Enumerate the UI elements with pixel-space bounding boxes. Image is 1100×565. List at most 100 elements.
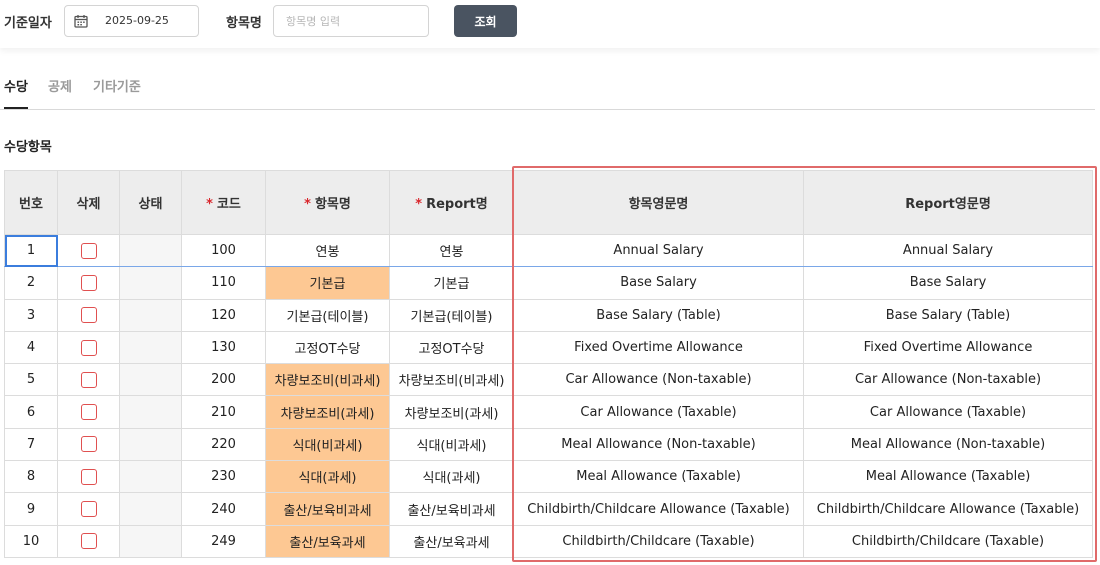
cell-report-name[interactable]: 식대(비과세)	[389, 427, 514, 462]
cell-item-name[interactable]: 식대(과세)	[265, 460, 390, 494]
cell-delete[interactable]	[57, 233, 120, 268]
cell-report-name[interactable]: 식대(과세)	[389, 460, 514, 494]
cell-item-english-name[interactable]: Childbirth/Childcare Allowance (Taxable)	[513, 492, 804, 526]
cell-item-name[interactable]: 출산/보육과세	[265, 524, 390, 558]
cell-item-name[interactable]: 차량보조비(과세)	[265, 395, 390, 429]
cell-delete[interactable]	[57, 330, 120, 365]
table-row[interactable]: 2 110 기본급 기본급 Base Salary Base Salary	[4, 266, 1093, 300]
cell-report-name[interactable]: 차량보조비(과세)	[389, 395, 514, 429]
cell-delete[interactable]	[57, 298, 120, 332]
cell-report-english-name[interactable]: Fixed Overtime Allowance	[803, 330, 1093, 365]
header-status[interactable]: 상태	[119, 170, 182, 235]
cell-item-name[interactable]: 출산/보육비과세	[265, 492, 390, 526]
header-no[interactable]: 번호	[4, 170, 58, 235]
cell-report-name[interactable]: 기본급	[389, 266, 514, 300]
cell-no[interactable]: 4	[4, 330, 58, 365]
delete-checkbox[interactable]	[80, 242, 97, 259]
header-item-name[interactable]: * 항목명	[265, 170, 390, 235]
cell-status[interactable]	[119, 266, 182, 300]
cell-report-english-name[interactable]: Base Salary (Table)	[803, 298, 1093, 332]
delete-checkbox[interactable]	[80, 371, 97, 388]
cell-status[interactable]	[119, 233, 182, 268]
cell-report-english-name[interactable]: Car Allowance (Taxable)	[803, 395, 1093, 429]
delete-checkbox[interactable]	[80, 533, 97, 550]
cell-code[interactable]: 100	[181, 233, 266, 268]
header-code[interactable]: * 코드	[181, 170, 266, 235]
cell-code[interactable]: 110	[181, 266, 266, 300]
table-row[interactable]: 3 120 기본급(테이블) 기본급(테이블) Base Salary (Table) B…	[4, 298, 1093, 332]
table-row[interactable]: 8 230 식대(과세) 식대(과세) Meal Allowance (Taxable)…	[4, 460, 1093, 494]
cell-status[interactable]	[119, 363, 182, 397]
table-row[interactable]: 10 249 출산/보육과세 출산/보육과세 Childbirth/Childcare …	[4, 524, 1093, 558]
cell-code[interactable]: 130	[181, 330, 266, 365]
cell-report-name[interactable]: 출산/보육비과세	[389, 492, 514, 526]
cell-code[interactable]: 200	[181, 363, 266, 397]
table-row[interactable]: 7 220 식대(비과세) 식대(비과세) Meal Allowance (Non-ta…	[4, 427, 1093, 462]
cell-no[interactable]: 7	[4, 427, 58, 462]
cell-item-name[interactable]: 기본급	[265, 266, 390, 300]
cell-item-english-name[interactable]: Meal Allowance (Non-taxable)	[513, 427, 804, 462]
cell-code[interactable]: 210	[181, 395, 266, 429]
header-report-english-name[interactable]: Report영문명	[803, 170, 1093, 235]
cell-delete[interactable]	[57, 395, 120, 429]
header-delete[interactable]: 삭제	[57, 170, 120, 235]
delete-checkbox[interactable]	[80, 339, 97, 356]
tab-other-criteria[interactable]: 기타기준	[93, 76, 141, 107]
cell-item-english-name[interactable]: Meal Allowance (Taxable)	[513, 460, 804, 494]
cell-no[interactable]: 1	[4, 233, 58, 268]
cell-status[interactable]	[119, 298, 182, 332]
tab-allowance[interactable]: 수당	[4, 76, 28, 109]
cell-report-name[interactable]: 고정OT수당	[389, 330, 514, 365]
cell-item-name[interactable]: 식대(비과세)	[265, 427, 390, 462]
cell-item-english-name[interactable]: Car Allowance (Non-taxable)	[513, 363, 804, 397]
cell-code[interactable]: 249	[181, 524, 266, 558]
cell-no[interactable]: 8	[4, 460, 58, 494]
header-report-name[interactable]: * Report명	[389, 170, 514, 235]
cell-status[interactable]	[119, 427, 182, 462]
tab-deduction[interactable]: 공제	[48, 76, 72, 107]
cell-report-english-name[interactable]: Meal Allowance (Non-taxable)	[803, 427, 1093, 462]
cell-delete[interactable]	[57, 524, 120, 558]
table-row[interactable]: 6 210 차량보조비(과세) 차량보조비(과세) Car Allowance (Tax…	[4, 395, 1093, 429]
cell-no[interactable]: 3	[4, 298, 58, 332]
cell-item-name[interactable]: 연봉	[265, 233, 390, 268]
cell-item-english-name[interactable]: Fixed Overtime Allowance	[513, 330, 804, 365]
cell-report-english-name[interactable]: Base Salary	[803, 266, 1093, 300]
cell-delete[interactable]	[57, 460, 120, 494]
cell-report-english-name[interactable]: Car Allowance (Non-taxable)	[803, 363, 1093, 397]
calendar-icon[interactable]	[74, 14, 88, 28]
date-picker[interactable]: 2025-09-25	[64, 5, 199, 37]
cell-status[interactable]	[119, 460, 182, 494]
item-name-input[interactable]	[273, 5, 429, 37]
table-row[interactable]: 4 130 고정OT수당 고정OT수당 Fixed Overtime Allowance…	[4, 330, 1093, 365]
cell-report-name[interactable]: 차량보조비(비과세)	[389, 363, 514, 397]
cell-delete[interactable]	[57, 427, 120, 462]
cell-status[interactable]	[119, 524, 182, 558]
cell-status[interactable]	[119, 492, 182, 526]
cell-no[interactable]: 2	[4, 266, 58, 300]
delete-checkbox[interactable]	[80, 501, 97, 518]
table-row[interactable]: 5 200 차량보조비(비과세) 차량보조비(비과세) Car Allowance (N…	[4, 363, 1093, 397]
cell-item-name[interactable]: 차량보조비(비과세)	[265, 363, 390, 397]
cell-no[interactable]: 9	[4, 492, 58, 526]
cell-report-name[interactable]: 출산/보육과세	[389, 524, 514, 558]
cell-report-english-name[interactable]: Childbirth/Childcare Allowance (Taxable)	[803, 492, 1093, 526]
cell-delete[interactable]	[57, 363, 120, 397]
search-button[interactable]: 조회	[454, 5, 517, 37]
cell-item-english-name[interactable]: Base Salary (Table)	[513, 298, 804, 332]
cell-code[interactable]: 120	[181, 298, 266, 332]
table-row[interactable]: 9 240 출산/보육비과세 출산/보육비과세 Childbirth/Childcare…	[4, 492, 1093, 526]
delete-checkbox[interactable]	[80, 468, 97, 485]
delete-checkbox[interactable]	[80, 436, 97, 453]
cell-status[interactable]	[119, 330, 182, 365]
cell-item-english-name[interactable]: Base Salary	[513, 266, 804, 300]
cell-code[interactable]: 240	[181, 492, 266, 526]
cell-item-english-name[interactable]: Annual Salary	[513, 233, 804, 268]
delete-checkbox[interactable]	[80, 274, 97, 291]
cell-report-english-name[interactable]: Meal Allowance (Taxable)	[803, 460, 1093, 494]
cell-item-name[interactable]: 고정OT수당	[265, 330, 390, 365]
table-row[interactable]: 1 100 연봉 연봉 Annual Salary Annual Salary	[4, 233, 1093, 268]
cell-status[interactable]	[119, 395, 182, 429]
cell-delete[interactable]	[57, 492, 120, 526]
cell-no[interactable]: 10	[4, 524, 58, 558]
